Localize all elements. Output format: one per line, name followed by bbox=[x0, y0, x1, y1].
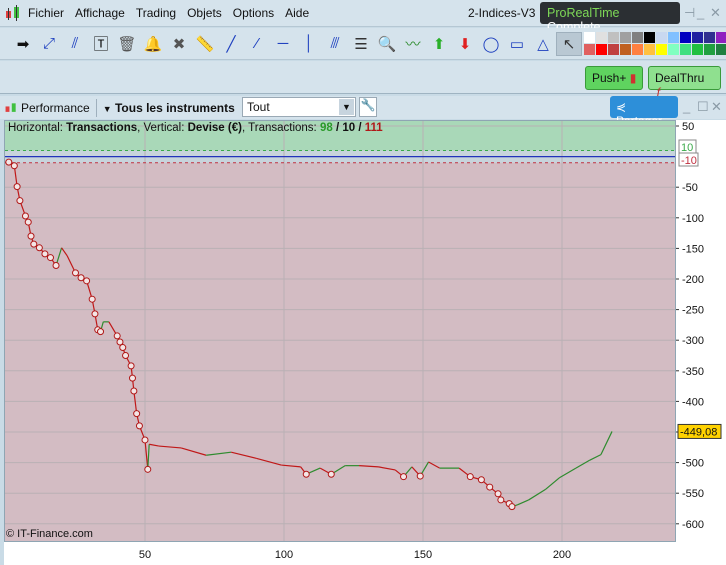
x-tick-label: 50 bbox=[139, 549, 151, 561]
last-value-label: -449,08 bbox=[680, 426, 717, 438]
loss-count: 111 bbox=[364, 122, 383, 134]
sep: / bbox=[355, 122, 365, 134]
copyright: © IT-Finance.com bbox=[6, 528, 93, 540]
y-tick-label: -600 bbox=[682, 519, 704, 531]
y-tick-label: -150 bbox=[682, 243, 704, 255]
t-label: , Transactions: bbox=[241, 122, 320, 134]
y-tick-label: -50 bbox=[682, 182, 698, 194]
chart-frame bbox=[4, 120, 676, 542]
v-label: , Vertical: bbox=[137, 122, 188, 134]
y-tick-label: -200 bbox=[682, 274, 704, 286]
y-tick-label: -550 bbox=[682, 488, 704, 500]
h-value: Transactions bbox=[66, 122, 138, 134]
lower-threshold-label: -10 bbox=[681, 155, 697, 167]
win-count: 98 bbox=[319, 122, 333, 134]
h-label: Horizontal: bbox=[8, 122, 67, 134]
x-tick-label: 200 bbox=[553, 549, 571, 561]
upper-threshold-label: 10 bbox=[681, 142, 693, 154]
chart-info: Horizontal: Transactions, Vertical: Devi… bbox=[8, 122, 383, 134]
y-tick-label: 50 bbox=[682, 121, 694, 133]
y-tick-label: -350 bbox=[682, 366, 704, 378]
y-tick-label: -250 bbox=[682, 305, 704, 317]
x-tick-label: 100 bbox=[275, 549, 293, 561]
sep: / bbox=[332, 122, 343, 134]
v-value: Devise (€) bbox=[187, 122, 242, 134]
x-tick-label: 150 bbox=[414, 549, 432, 561]
y-tick-label: -300 bbox=[682, 335, 704, 347]
y-tick-label: -400 bbox=[682, 396, 704, 408]
even-count: 10 bbox=[342, 122, 356, 134]
y-tick-label: -500 bbox=[682, 458, 704, 470]
y-tick-label: -100 bbox=[682, 213, 704, 225]
